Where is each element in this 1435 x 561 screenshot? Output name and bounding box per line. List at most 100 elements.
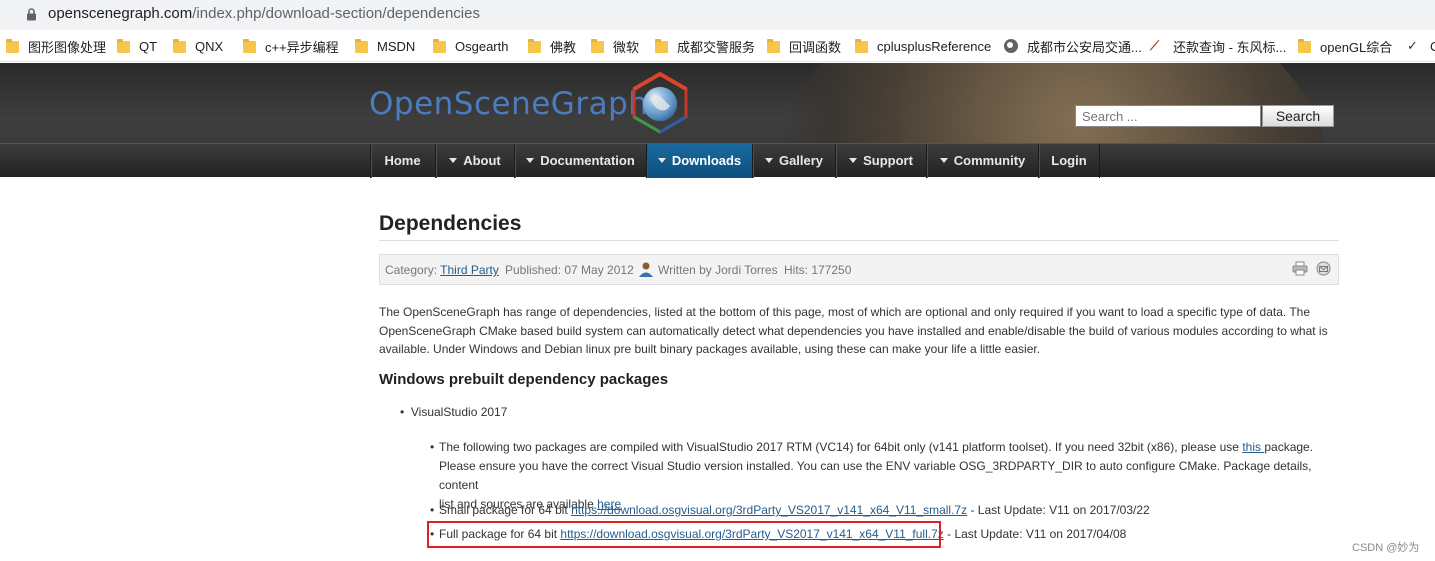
print-icon[interactable] [1292,261,1308,276]
bookmark-item[interactable]: c++异步编程 [243,37,339,55]
category-line: Category: Third Party [385,263,499,277]
folder-icon [433,39,446,53]
bookmarks-bar: 图形图像处理 QT QNX c++异步编程 MSDN Osgearth 佛教 微软 成都交警服务… [0,30,1435,62]
folder-icon [6,39,19,53]
note-text-1: The following two packages are compiled … [439,440,1243,454]
nav-label: Login [1051,153,1087,168]
nav-item-about[interactable]: About [435,144,514,178]
folder-icon [528,39,541,53]
page-title: Dependencies [379,212,522,235]
bookmark-label: 回调函数 [789,39,842,55]
bookmark-item[interactable]: 成都市公安局交通... [1004,37,1142,55]
folder-icon [767,39,780,53]
category-link[interactable]: Third Party [440,263,499,277]
note-text-2: package. [1264,440,1314,454]
folder-icon [591,39,604,53]
bookmark-label: C [1430,39,1435,54]
bullet-glyph: • [430,503,435,517]
bookmark-label: QNX [195,38,224,54]
hits-count: Hits: 177250 [784,263,852,277]
osg-logo-icon[interactable] [632,72,688,134]
folder-icon [1298,39,1311,53]
folder-icon [855,39,868,53]
bookmark-label: Osgearth [455,38,509,54]
caret-down-icon [939,158,948,164]
bookmark-label: 微软 [613,39,640,55]
published-date: Published: 07 May 2012 [505,263,634,277]
bookmark-item[interactable]: QNX [173,37,223,55]
nav-label: About [463,153,501,168]
bookmark-label: openGL综合 [1320,39,1393,55]
bookmark-item[interactable]: QT [117,37,157,55]
caret-down-icon [764,158,773,164]
intro-paragraph: The OpenSceneGraph has range of dependen… [379,305,1328,356]
section-heading: Windows prebuilt dependency packages [379,371,669,388]
nav-label: Support [863,153,913,168]
nav-item-login[interactable]: Login [1038,144,1100,178]
site-search-button[interactable]: Search [1262,105,1334,127]
bookmark-label: 佛教 [550,39,577,55]
nav-item-community[interactable]: Community [926,144,1038,178]
folder-icon [117,39,130,53]
bookmark-item[interactable]: 成都交警服务 [655,37,755,55]
lock-icon [27,8,36,21]
tick-icon: ✓ [1407,38,1418,53]
bookmark-label: QT [139,38,158,54]
small-package-link[interactable]: https://download.osgvisual.org/3rdParty_… [571,503,967,517]
note-line-1: The following two packages are compiled … [439,438,1329,457]
site-search-input[interactable] [1075,105,1261,127]
this-package-link[interactable]: this [1242,440,1264,454]
author-name: Written by Jordi Torres [658,263,778,277]
nav-label: Home [384,153,421,168]
nav-label: Community [953,153,1026,168]
browser-url-bar[interactable]: openscenegraph.com/index.php/download-se… [0,0,1435,30]
nav-item-downloads[interactable]: Downloads [646,144,752,178]
small-package-label: Small package for 64 bit [439,503,572,517]
caret-down-icon [526,158,535,164]
nav-label: Gallery [778,153,824,168]
article-meta-bar: Category: Third Party Published: 07 May … [379,254,1339,285]
url-path: /index.php/download-section/dependencies [192,5,480,22]
bookmark-label: cplusplusReference [877,38,992,54]
bookmark-item[interactable]: 回调函数 [767,37,841,55]
small-package-update: - Last Update: V11 on 2017/03/22 [967,503,1150,517]
caret-down-icon [449,158,458,164]
folder-icon [655,39,668,53]
bookmark-item[interactable]: cplusplusReference [855,37,991,55]
url-text[interactable]: openscenegraph.com/index.php/download-se… [48,5,480,22]
bookmark-label: 成都市公安局交通... [1027,39,1142,55]
brand-icon: ⟋ [1150,38,1160,53]
caret-down-icon [657,158,666,164]
bookmark-item[interactable]: 图形图像处理 [6,37,106,55]
bookmark-item[interactable]: openGL综合 [1298,37,1392,55]
list-item-visualstudio: • VisualStudio 2017 [400,405,507,419]
nav-label: Documentation [540,153,635,168]
nav-item-documentation[interactable]: Documentation [514,144,646,178]
title-divider [379,240,1339,241]
bookmark-label: 成都交警服务 [677,39,756,55]
nav-item-gallery[interactable]: Gallery [752,144,835,178]
folder-icon [173,39,186,53]
bookmark-item[interactable]: MSDN [355,37,415,55]
site-header [0,63,1435,143]
bookmark-item[interactable]: 佛教 [528,37,576,55]
bookmark-item[interactable]: ⟋ 还款查询 - 东风标... [1150,37,1286,55]
nav-item-home[interactable]: Home [370,144,434,178]
email-icon[interactable] [1316,261,1331,276]
watermark: CSDN @妙为 [1352,542,1420,554]
site-logo-text[interactable]: OpenSceneGraph [369,86,648,122]
vs-item-label: VisualStudio 2017 [410,405,508,419]
author-icon [639,262,653,277]
note-line-2: Please ensure you have the correct Visua… [439,459,1312,492]
bookmark-item[interactable]: Osgearth [433,37,508,55]
nav-item-support[interactable]: Support [835,144,926,178]
bookmark-item[interactable]: ✓C [1407,37,1435,55]
category-label: Category: [385,263,438,277]
url-domain: openscenegraph.com [48,5,193,22]
folder-icon [355,39,368,53]
caret-down-icon [849,158,858,164]
nav-label: Downloads [671,153,742,168]
folder-icon [243,39,256,53]
list-item-note: • The following two packages are compile… [430,438,1330,511]
bookmark-item[interactable]: 微软 [591,37,639,55]
